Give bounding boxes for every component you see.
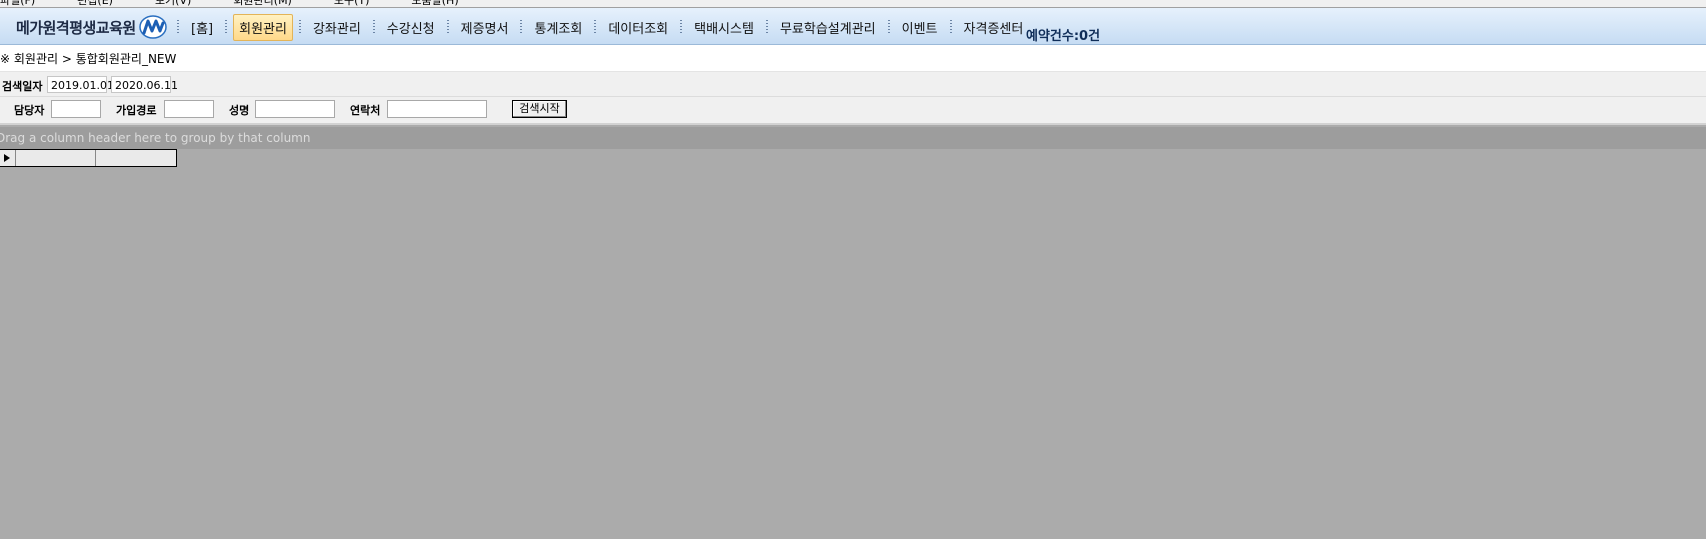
nav-item[interactable]: 회원관리 (233, 13, 293, 41)
name-input[interactable] (255, 100, 335, 118)
nav-item[interactable]: 통계조회 (528, 14, 588, 41)
group-by-hint: Drag a column header here to group by th… (0, 131, 311, 145)
nav-separator (949, 19, 952, 35)
nav-item[interactable]: 택배시스템 (688, 14, 760, 41)
menu-item[interactable]: 도구(T) (334, 0, 370, 7)
nav-separator (177, 19, 179, 35)
date-filter-row: 검색일자 2019.01.01 2020.06.11 (0, 74, 1706, 97)
join-path-input[interactable] (164, 100, 214, 118)
search-start-button[interactable]: 검색시작 (512, 100, 567, 118)
menu-bar-items: 파일(F) 편집(E) 보기(V) 회원관리(M) 도구(T) 도움말(H) (0, 0, 501, 7)
date-from-field[interactable]: 2019.01.01 (47, 76, 114, 93)
search-filters: 검색일자 2019.01.01 2020.06.11 담당자 가입경로 성명 연… (0, 72, 1706, 125)
nav-separator (298, 19, 301, 35)
row-indicator-icon (4, 154, 11, 162)
search-date-label: 검색일자 (2, 80, 43, 93)
manager-label: 담당자 (14, 104, 45, 117)
nav-separator (887, 19, 890, 35)
nav-separator (225, 19, 228, 35)
nav-item[interactable]: 자격증센터 (958, 14, 1030, 41)
nav-item[interactable]: 수강신청 (381, 14, 441, 41)
main-nav: [홈] 회원관리 강좌관리 수강신청 제증명서 통계조회 데이터조회 택배시스템 무료학습설계관… (171, 13, 1030, 41)
nav-item[interactable]: [홈] (185, 14, 219, 41)
menu-item[interactable]: 보기(V) (155, 0, 191, 7)
logo-icon (139, 15, 167, 39)
nav-separator (594, 19, 597, 35)
reservation-count: 예약건수:0건 (1026, 29, 1101, 44)
group-by-panel[interactable]: Drag a column header here to group by th… (0, 127, 1706, 149)
name-label: 성명 (229, 104, 250, 117)
join-path-label: 가입경로 (116, 104, 157, 117)
app-logo-text: 메가원격평생교육원 (16, 19, 136, 37)
grid-header (0, 149, 177, 167)
nav-item[interactable]: 데이터조회 (602, 14, 674, 41)
nav-separator (372, 19, 375, 35)
nav-separator (680, 19, 683, 35)
contact-input[interactable] (387, 100, 487, 118)
nav-item[interactable]: 제증명서 (455, 14, 515, 41)
menu-item[interactable]: 회원관리(M) (233, 0, 292, 7)
nav-item[interactable]: 강좌관리 (307, 14, 367, 41)
date-to-field[interactable]: 2020.06.11 (111, 76, 178, 93)
breadcrumb-bar: ※ 회원관리 > 통합회원관리_NEW (0, 45, 1706, 72)
menu-item[interactable]: 편집(E) (77, 0, 113, 7)
nav-item[interactable]: 무료학습설계관리 (774, 14, 882, 41)
nav-separator (520, 19, 523, 35)
contact-label: 연락처 (350, 104, 381, 117)
row-selector[interactable] (0, 150, 16, 166)
grid-column-header[interactable] (96, 150, 176, 166)
nav-separator (446, 19, 449, 35)
manager-input[interactable] (51, 100, 101, 118)
menu-item[interactable]: 도움말(H) (411, 0, 458, 7)
nav-separator (765, 19, 768, 35)
breadcrumb: ※ 회원관리 > 통합회원관리_NEW (0, 52, 177, 66)
nav-item[interactable]: 이벤트 (896, 14, 944, 41)
top-navigation: 메가원격평생교육원 [홈] 회원관리 강좌관리 수강신청 제증명서 통계조회 데이터조회 택배… (0, 8, 1706, 45)
grid-column-header[interactable] (16, 150, 97, 166)
menu-bar: 파일(F) 편집(E) 보기(V) 회원관리(M) 도구(T) 도움말(H) (0, 0, 1706, 8)
menu-item[interactable]: 파일(F) (0, 0, 35, 7)
